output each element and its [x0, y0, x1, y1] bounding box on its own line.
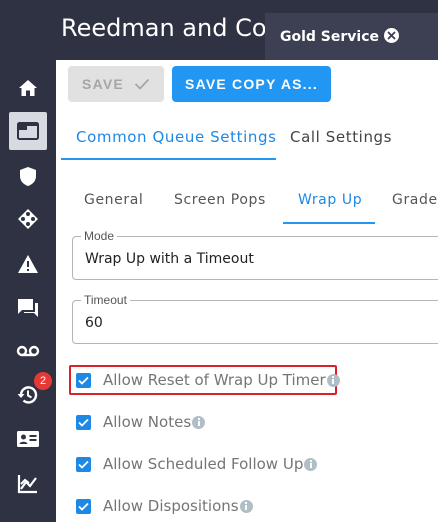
checkmark-icon	[134, 78, 150, 90]
chart-icon	[17, 475, 37, 494]
sidebar-item-voicemail[interactable]	[9, 332, 47, 370]
voicemail-icon	[16, 345, 40, 357]
browser-window-icon	[17, 122, 39, 140]
sidebar-item-reports[interactable]	[9, 464, 47, 502]
info-icon[interactable]	[239, 499, 253, 513]
secondary-tabs: General Screen Pops Wrap Up Grade	[56, 178, 438, 224]
checkmark-icon	[78, 502, 89, 511]
checkbox-row-notes[interactable]: Allow Notes	[76, 410, 206, 434]
open-tab-gold-service[interactable]: Gold Service	[265, 13, 438, 60]
checkbox-label: Allow Notes	[103, 413, 192, 431]
checkmark-icon	[78, 418, 89, 427]
active-subtab-indicator	[283, 222, 375, 224]
tab-common-queue-settings[interactable]: Common Queue Settings	[76, 128, 277, 146]
checkbox-label: Allow Reset of Wrap Up Timer	[103, 371, 326, 389]
checkbox-row-dispositions[interactable]: Allow Dispositions	[76, 494, 253, 518]
checkbox-row-reset-timer[interactable]: Allow Reset of Wrap Up Timer	[76, 368, 340, 392]
save-button[interactable]: SAVE	[68, 66, 164, 102]
checkbox-reset-timer[interactable]	[76, 372, 91, 388]
tab-grade[interactable]: Grade	[392, 192, 438, 208]
timeout-value: 60	[85, 315, 103, 331]
save-copy-as-button[interactable]: SAVE COPY AS...	[172, 66, 331, 102]
chat-icon	[18, 299, 38, 317]
warning-icon	[18, 255, 38, 273]
checkmark-icon	[78, 376, 89, 385]
checkbox-notes[interactable]	[76, 414, 91, 430]
timeout-label: Timeout	[81, 293, 130, 307]
sidebar-item-routing[interactable]	[9, 200, 47, 238]
checkbox-label: Allow Scheduled Follow Up	[103, 455, 304, 473]
sidebar-item-home[interactable]	[9, 69, 47, 107]
tab-screen-pops[interactable]: Screen Pops	[174, 192, 266, 208]
notification-badge: 2	[34, 372, 52, 390]
tab-wrap-up[interactable]: Wrap Up	[298, 192, 362, 208]
mode-value: Wrap Up with a Timeout	[85, 251, 254, 267]
checkbox-dispositions[interactable]	[76, 498, 91, 514]
sidebar-item-queues[interactable]	[9, 112, 47, 150]
sidebar-item-security[interactable]	[9, 157, 47, 195]
mode-select[interactable]: Mode Wrap Up with a Timeout	[72, 229, 438, 280]
contact-card-icon	[17, 431, 39, 447]
tab-call-settings[interactable]: Call Settings	[290, 128, 392, 146]
checkbox-followup[interactable]	[76, 456, 91, 472]
sidebar-item-alerts[interactable]	[9, 245, 47, 283]
sidebar-item-chat[interactable]	[9, 289, 47, 327]
home-icon	[19, 80, 37, 96]
info-icon[interactable]	[304, 457, 318, 471]
checkmark-icon	[78, 460, 89, 469]
sidebar-item-history[interactable]: 2	[9, 372, 52, 414]
sidebar: 2	[0, 60, 56, 522]
info-icon[interactable]	[326, 373, 340, 387]
open-tab-label: Gold Service	[280, 28, 380, 45]
top-bar: Reedman and Co Gold Service	[0, 0, 438, 60]
shield-icon	[20, 166, 36, 186]
checkbox-row-followup[interactable]: Allow Scheduled Follow Up	[76, 452, 318, 476]
primary-tabs: Common Queue Settings Call Settings	[56, 115, 438, 161]
tab-general[interactable]: General	[84, 192, 143, 208]
info-icon[interactable]	[192, 415, 206, 429]
mode-label: Mode	[81, 229, 118, 243]
routing-diamond-icon	[18, 209, 38, 229]
save-button-label: SAVE	[82, 76, 124, 92]
timeout-field[interactable]: Timeout 60	[72, 293, 438, 344]
close-icon[interactable]	[384, 28, 399, 43]
app-title: Reedman and Co	[61, 14, 267, 42]
sidebar-item-contacts[interactable]	[9, 420, 47, 458]
active-tab-indicator	[61, 158, 276, 160]
checkbox-label: Allow Dispositions	[103, 497, 239, 515]
